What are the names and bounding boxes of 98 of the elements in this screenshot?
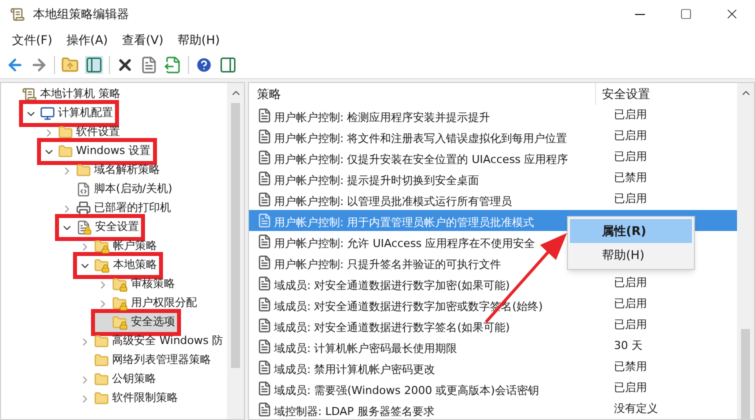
help-icon[interactable]	[195, 56, 213, 74]
folder-icon	[76, 163, 91, 178]
maximize-icon	[680, 8, 692, 20]
panel-icon[interactable]	[219, 56, 237, 74]
policy-icon	[257, 297, 272, 312]
policy-icon	[257, 381, 272, 396]
policy-name[interactable]: 域控制器: LDAP 服务器签名要求	[274, 404, 434, 418]
tree-item[interactable]: 网络列表管理器策略	[77, 351, 213, 370]
setting-value: 已启用	[614, 191, 647, 208]
folder-icon	[94, 353, 109, 368]
tree-item[interactable]: 本地策略	[77, 256, 159, 275]
document-icon[interactable]	[140, 56, 158, 74]
setting-value: 已启用	[614, 275, 647, 292]
policy-name[interactable]: 用户帐户控制: 只提升签名并验证的可执行文件	[274, 258, 502, 270]
forward-icon[interactable]	[30, 56, 48, 74]
tree-item[interactable]: 软件限制策略	[77, 389, 180, 408]
policy-icon	[257, 171, 272, 186]
setting-value: 已启用	[614, 296, 647, 312]
setting-value: 已禁用	[614, 170, 647, 186]
menu-item[interactable]: 文件(F)	[6, 29, 58, 51]
context-menu-item[interactable]: 帮助(H)	[570, 243, 692, 267]
tree-item[interactable]: 软件设置	[41, 123, 122, 142]
policy-icon	[257, 108, 272, 123]
column-header[interactable]: 安全设置	[596, 83, 650, 105]
policy-icon	[257, 339, 272, 354]
locked-folder-icon	[76, 220, 92, 235]
policy-icon	[257, 129, 272, 144]
back-icon[interactable]	[6, 56, 24, 74]
folder-icon	[94, 391, 109, 406]
folder-up-icon[interactable]	[61, 56, 79, 74]
panel-icon[interactable]	[85, 56, 103, 74]
context-menu-item[interactable]: 属性(R)	[570, 219, 692, 243]
policy-name[interactable]: 域成员: 对安全通道数据进行数字签名(如果可能)	[274, 320, 510, 334]
computer-icon	[40, 106, 55, 121]
policy-icon	[257, 276, 272, 291]
script-icon	[76, 182, 91, 197]
locked-folder-icon	[94, 239, 110, 254]
folder-icon	[58, 125, 73, 140]
scroll-icon	[10, 6, 25, 22]
policy-name[interactable]: 域成员: 计算机帐户密码最长使用期限	[274, 342, 458, 354]
printer-icon	[76, 201, 91, 216]
policy-name[interactable]: 域成员: 禁用计算机帐户密码更改	[274, 362, 436, 376]
policy-name[interactable]: 域成员: 需要强(Windows 2000 或更高版本)会话密钥	[274, 384, 539, 396]
column-header[interactable]: 策略	[249, 83, 596, 105]
tree-item[interactable]: 域名解析策略	[59, 161, 162, 180]
tree-item[interactable]: Windows 设置	[41, 142, 153, 161]
window-title: 本地组策略编辑器	[33, 6, 129, 23]
policy-icon	[257, 150, 272, 165]
policy-name[interactable]: 用户帐户控制: 提示提升时切换到安全桌面	[274, 174, 480, 186]
policy-icon	[257, 192, 272, 207]
setting-value: 30 天	[614, 338, 642, 354]
policy-name[interactable]: 用户帐户控制: 允许 UIAccess 应用程序在不使用安全	[274, 236, 536, 250]
policy-name[interactable]: 域成员: 对安全通道数据进行数字加密(如果可能)	[274, 278, 510, 292]
folder-icon	[58, 144, 73, 159]
setting-value: 已启用	[614, 149, 647, 166]
tree-item[interactable]: 公钥策略	[77, 370, 158, 389]
scroll-thumb[interactable]	[231, 103, 240, 368]
policy-icon	[257, 213, 272, 228]
tree-item[interactable]: 安全选项	[95, 313, 177, 332]
tree-item[interactable]: 脚本(启动/关机)	[59, 180, 174, 199]
policy-icon	[257, 360, 272, 375]
folder-icon	[94, 372, 109, 387]
setting-value: 已启用	[614, 128, 647, 144]
tree-item[interactable]: 帐户策略	[77, 237, 159, 256]
setting-value: 已启用	[614, 380, 647, 396]
policy-name[interactable]: 用户帐户控制: 检测应用程序安装并提示提升	[274, 110, 490, 124]
policy-name[interactable]: 用户帐户控制: 以管理员批准模式运行所有管理员	[274, 194, 512, 208]
delete-icon[interactable]	[116, 56, 134, 74]
scrollbar[interactable]	[737, 83, 754, 419]
menu-item[interactable]: 帮助(H)	[171, 29, 226, 51]
scroll-thumb[interactable]	[741, 329, 750, 419]
scroll-icon	[22, 87, 37, 102]
setting-value: 已禁用	[614, 359, 647, 376]
setting-value: 没有定义	[614, 401, 658, 418]
locked-folder-icon	[112, 315, 128, 330]
policy-icon	[257, 318, 272, 333]
menu-item[interactable]: 查看(V)	[116, 29, 170, 51]
tree-item[interactable]: 用户权限分配	[95, 294, 199, 313]
locked-folder-icon	[94, 258, 110, 273]
folder-icon	[94, 334, 109, 349]
tree-item[interactable]: 本地计算机 策略	[5, 85, 122, 104]
menu-item[interactable]: 操作(A)	[60, 29, 114, 51]
policy-icon	[257, 234, 272, 249]
setting-value: 已启用	[614, 317, 647, 334]
policy-icon	[257, 402, 272, 417]
policy-name[interactable]: 用户帐户控制: 将文件和注册表写入错误虚拟化到每用户位置	[274, 132, 568, 144]
scrollbar[interactable]	[227, 83, 244, 419]
tree-item[interactable]: 审核策略	[95, 275, 177, 294]
policy-icon	[257, 255, 272, 270]
tree-item[interactable]: 计算机配置	[23, 104, 115, 123]
tree-item[interactable]: 高级安全 Windows 防	[77, 332, 226, 351]
setting-value: 已启用	[614, 107, 647, 124]
locked-folder-icon	[112, 296, 128, 311]
tree-item[interactable]: 已部署的打印机	[59, 199, 173, 218]
locked-folder-icon	[112, 277, 128, 292]
policy-name[interactable]: 用户帐户控制: 仅提升安装在安全位置的 UIAccess 应用程序	[274, 152, 568, 166]
tree-item[interactable]: 安全设置	[59, 218, 141, 237]
export-icon[interactable]	[164, 56, 182, 74]
